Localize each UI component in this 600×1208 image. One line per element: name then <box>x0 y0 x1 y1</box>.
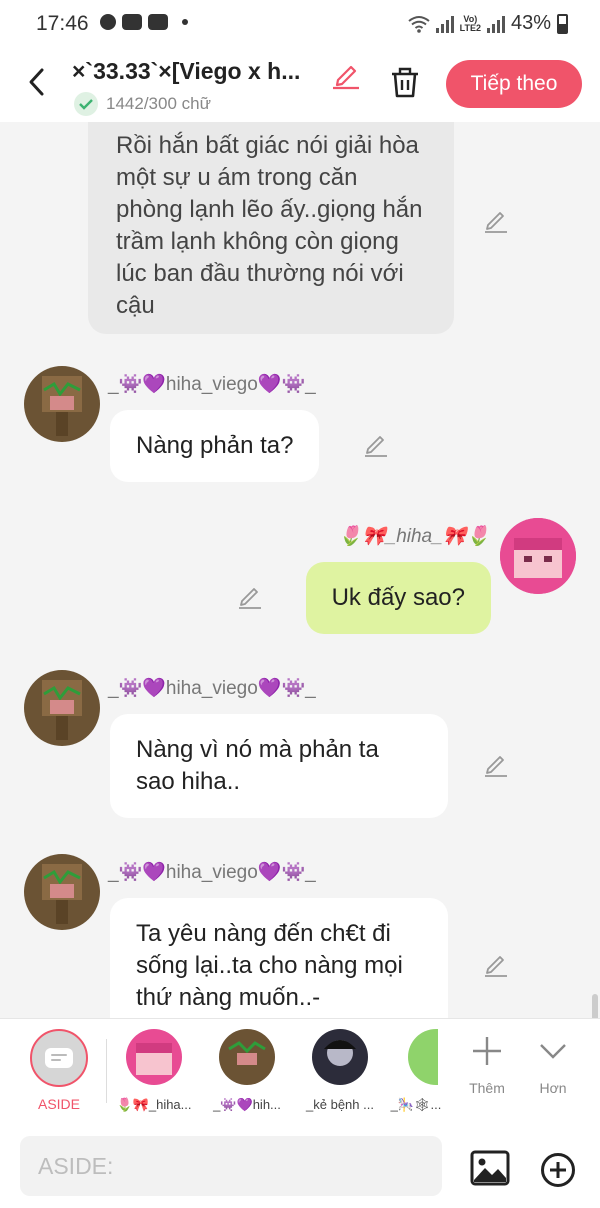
character-bar: ASIDE 🌷🎀_hiha... _👾💜hih... _kẻ bệnh ... … <box>0 1018 600 1124</box>
word-count: 1442/300 chữ <box>106 94 211 113</box>
wifi-icon <box>408 15 430 33</box>
character-avatar[interactable] <box>24 670 100 746</box>
message-input[interactable] <box>20 1136 442 1196</box>
plus-icon <box>473 1037 501 1065</box>
story-header: ×`33.33`×[Viego x h... 1442/300 chữ Tiếp… <box>0 46 600 122</box>
narration-bubble[interactable]: Rồi hắn bất giác nói giải hòa một sự u á… <box>88 122 454 334</box>
character-avatar[interactable] <box>500 518 576 594</box>
divider <box>106 1039 107 1103</box>
edit-message-icon[interactable] <box>236 582 264 610</box>
youtube-icon-2 <box>148 14 168 30</box>
input-area <box>0 1124 600 1208</box>
character-name: 🌷🎀_hiha... <box>116 1097 192 1112</box>
character-avatar <box>408 1029 438 1085</box>
back-icon[interactable] <box>22 64 54 100</box>
character-name: _🎠🕸... <box>390 1097 442 1112</box>
word-count-row: 1442/300 chữ <box>74 92 211 116</box>
character-name: _kẻ bệnh ... <box>306 1097 374 1112</box>
check-icon <box>74 92 98 116</box>
status-bar: 17:46 Vo) LTE2 43% <box>0 0 600 46</box>
aside-label: ASIDE <box>37 1096 80 1112</box>
weather-icon <box>100 14 116 30</box>
image-icon[interactable] <box>470 1150 510 1186</box>
story-title[interactable]: ×`33.33`×[Viego x h... <box>72 58 328 85</box>
character-name: _👾💜hiha_viego💜👾_ <box>108 862 316 883</box>
chevron-down-icon <box>540 1044 566 1059</box>
edit-message-icon[interactable] <box>482 206 510 234</box>
status-time: 17:46 <box>36 12 89 35</box>
character-item[interactable]: 🌷🎀_hiha... <box>116 1029 192 1113</box>
character-item[interactable]: _👾💜hih... <box>209 1029 285 1113</box>
character-name: _👾💜hiha_viego💜👾_ <box>108 678 316 699</box>
notification-icons <box>100 14 188 30</box>
message-bubble[interactable]: Nàng phản ta? <box>110 410 320 482</box>
signal-icon-2 <box>486 15 505 33</box>
trash-icon[interactable] <box>388 64 422 100</box>
battery-icon <box>557 13 568 34</box>
character-name: _👾💜hih... <box>213 1097 281 1112</box>
message-bubble[interactable]: Ta yêu nàng đến ch€t đi sống lại..ta cho… <box>110 898 448 1018</box>
message-bubble[interactable]: Nàng vì nó mà phản ta sao hiha.. <box>110 714 448 818</box>
add-character-button[interactable]: Thêm <box>462 1033 512 1096</box>
add-label: Thêm <box>469 1080 505 1096</box>
edit-message-icon[interactable] <box>482 950 510 978</box>
message-list[interactable]: Rồi hắn bất giác nói giải hòa một sự u á… <box>0 122 600 1018</box>
message-bubble[interactable]: Uk đấy sao? <box>305 562 491 634</box>
character-avatar[interactable] <box>24 366 100 442</box>
character-name: _👾💜hiha_viego💜👾_ <box>108 374 316 395</box>
signal-icon <box>435 15 454 33</box>
more-label: Hơn <box>539 1080 567 1096</box>
more-button[interactable]: Hơn <box>528 1033 578 1096</box>
character-avatar <box>312 1029 368 1085</box>
add-circle-icon[interactable] <box>540 1152 576 1188</box>
volte-icon: Vo) LTE2 <box>459 13 481 33</box>
edit-title-icon[interactable] <box>330 58 362 90</box>
aside-icon <box>45 1048 73 1068</box>
edit-message-icon[interactable] <box>482 750 510 778</box>
character-avatar <box>219 1029 275 1085</box>
character-name: 🌷🎀_hiha_🎀🌷 <box>338 526 490 547</box>
aside-button[interactable] <box>30 1029 88 1087</box>
system-status: Vo) LTE2 43% <box>408 12 568 35</box>
more-notifications-icon <box>182 19 188 25</box>
edit-message-icon[interactable] <box>362 430 390 458</box>
battery-percent: 43% <box>510 12 551 34</box>
youtube-icon <box>122 14 142 30</box>
next-button[interactable]: Tiếp theo <box>446 60 582 108</box>
character-avatar[interactable] <box>24 854 100 930</box>
character-avatar <box>126 1029 182 1085</box>
character-item[interactable]: _kẻ bệnh ... <box>302 1029 378 1112</box>
character-item[interactable]: _🎠🕸... <box>386 1029 446 1113</box>
